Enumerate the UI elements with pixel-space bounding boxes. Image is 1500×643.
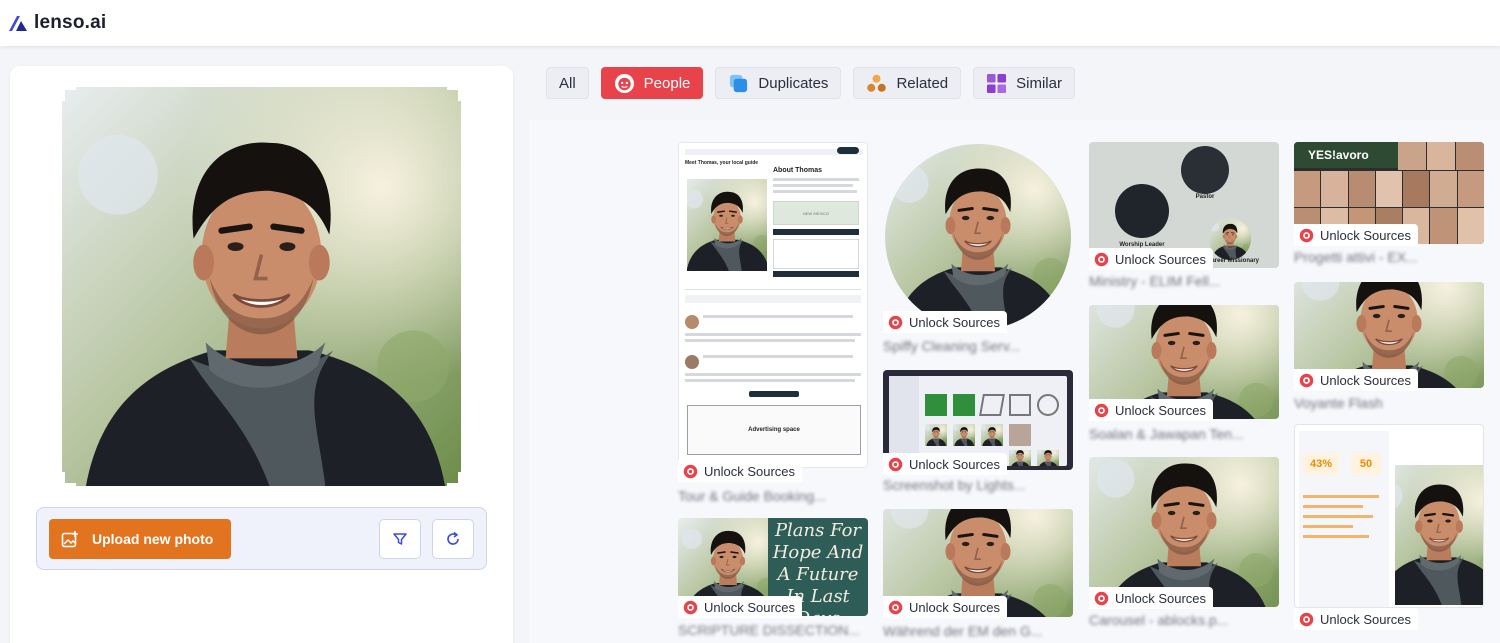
unlock-sources-button[interactable]: Unlock Sources [1089,248,1214,270]
unlock-sources-button[interactable]: Unlock Sources [883,453,1008,475]
advertising-space-label: Advertising space [687,405,861,455]
tab-all-label: All [559,74,576,92]
result-thumbnail[interactable]: 43% 50 [1294,424,1484,608]
portrait-image [981,424,1003,446]
results-grid: Meet Thomas, your local guide About Thom… [529,120,1500,643]
unlock-sources-button[interactable]: Unlock Sources [1089,587,1214,609]
result-thumbnail[interactable]: Meet Thomas, your local guide About Thom… [678,142,868,468]
result-caption[interactable]: Screenshot by Lights... [883,477,1025,493]
result-caption[interactable]: Soalan & Jawapan Ten... [1089,426,1244,442]
tab-people[interactable]: People [600,67,704,99]
map-thumbnail-label: NEW MEXICO [773,201,859,225]
tab-people-label: People [643,74,691,92]
result-caption[interactable]: Spiffy Cleaning Serv... [883,338,1020,354]
refresh-icon [447,531,459,545]
lenso-pin-icon [888,600,903,615]
unlock-sources-label: Unlock Sources [909,314,1001,330]
stat-number: 50 [1351,453,1381,475]
similar-icon [987,73,1007,93]
portrait-image [1209,218,1251,260]
lenso-pin-icon [1299,612,1314,627]
unlock-sources-button[interactable]: Unlock Sources [1294,224,1419,246]
lenso-pin-icon [1094,403,1109,418]
unlock-sources-label: Unlock Sources [1115,402,1207,418]
query-portrait-image [62,87,461,486]
query-panel: Upload new photo [10,66,513,643]
result-caption[interactable]: Ministry - ELIM Fell... [1089,273,1220,289]
result-caption[interactable]: SCRIPTURE DISSECTION... [678,622,860,638]
result-filter-bar: All People Duplicates Related Similar [546,67,1075,99]
guide-title-text: About Thomas [773,167,822,174]
portrait-image [953,424,975,446]
app-name[interactable]: lenso.ai [34,12,106,34]
lenso-pin-icon [683,464,698,479]
portrait-image [1009,450,1031,466]
result-caption[interactable]: Während der EM den G... [883,623,1043,639]
portrait-image [1395,465,1483,605]
tab-related-label: Related [896,74,949,92]
query-toolbar: Upload new photo [36,507,487,570]
crop-handle-bottom-right[interactable] [447,472,461,486]
lenso-pin-icon [1094,252,1109,267]
stat-percent: 43% [1303,453,1339,475]
tab-related[interactable]: Related [853,67,962,99]
crop-handle-bottom-left[interactable] [62,472,76,486]
result-caption[interactable]: Progetti attivi - EX... [1294,249,1418,265]
yeslavoro-logo-text: YES!avoro [1294,142,1398,168]
upload-new-photo-button[interactable]: Upload new photo [49,519,231,559]
unlock-sources-label: Unlock Sources [1320,372,1412,388]
filter-icon [393,533,407,545]
lenso-logo-icon[interactable] [8,14,28,32]
face-icon [614,73,634,93]
unlock-sources-button[interactable]: Unlock Sources [678,460,803,482]
portrait-image [1089,457,1279,607]
unlock-sources-label: Unlock Sources [909,456,1001,472]
unlock-sources-button[interactable]: Unlock Sources [1089,399,1214,421]
unlock-sources-button[interactable]: Unlock Sources [1294,608,1419,630]
tab-duplicates-label: Duplicates [758,74,829,92]
unlock-sources-button[interactable]: Unlock Sources [883,311,1008,333]
refresh-button[interactable] [432,519,474,559]
unlock-sources-label: Unlock Sources [1320,611,1412,627]
result-caption[interactable]: Tour & Guide Booking... [678,488,826,504]
filter-button[interactable] [379,519,421,559]
unlock-sources-button[interactable]: Unlock Sources [1294,369,1419,391]
tab-similar[interactable]: Similar [973,67,1075,99]
unlock-sources-label: Unlock Sources [1115,590,1207,606]
tab-all[interactable]: All [546,67,589,99]
unlock-sources-label: Unlock Sources [909,599,1001,615]
result-thumbnail[interactable] [883,142,1073,332]
result-caption[interactable]: Carousel - ablocks.p... [1089,612,1228,628]
unlock-sources-label: Unlock Sources [1320,227,1412,243]
unlock-sources-label: Unlock Sources [1115,251,1207,267]
lenso-pin-icon [1299,228,1314,243]
portrait-image [925,424,947,446]
top-header: lenso.ai [0,0,1500,46]
circular-portrait-image [885,144,1071,330]
lenso-pin-icon [1094,591,1109,606]
unlock-sources-label: Unlock Sources [704,599,796,615]
related-icon [867,74,887,92]
duplicates-icon [730,74,748,92]
crop-handle-top-right[interactable] [447,87,461,101]
crop-handle-top-left[interactable] [62,87,76,101]
unlock-sources-label: Unlock Sources [704,463,796,479]
lenso-pin-icon [888,457,903,472]
image-upload-icon [61,531,78,548]
lenso-pin-icon [888,315,903,330]
lenso-pin-icon [683,600,698,615]
lenso-pin-icon [1299,373,1314,388]
unlock-sources-button[interactable]: Unlock Sources [678,596,803,618]
tab-duplicates[interactable]: Duplicates [715,67,842,99]
upload-button-label: Upload new photo [92,531,214,547]
query-photo[interactable] [62,87,461,486]
tab-similar-label: Similar [1016,74,1062,92]
guide-heading-text: Meet Thomas, your local guide [685,160,759,166]
guide-portrait-image [687,179,767,271]
result-thumbnail[interactable] [1089,457,1279,607]
unlock-sources-button[interactable]: Unlock Sources [883,596,1008,618]
portrait-image [1037,450,1059,466]
pastor-label: Pastor [1195,194,1215,200]
result-caption[interactable]: Voyante Flash [1294,395,1383,411]
